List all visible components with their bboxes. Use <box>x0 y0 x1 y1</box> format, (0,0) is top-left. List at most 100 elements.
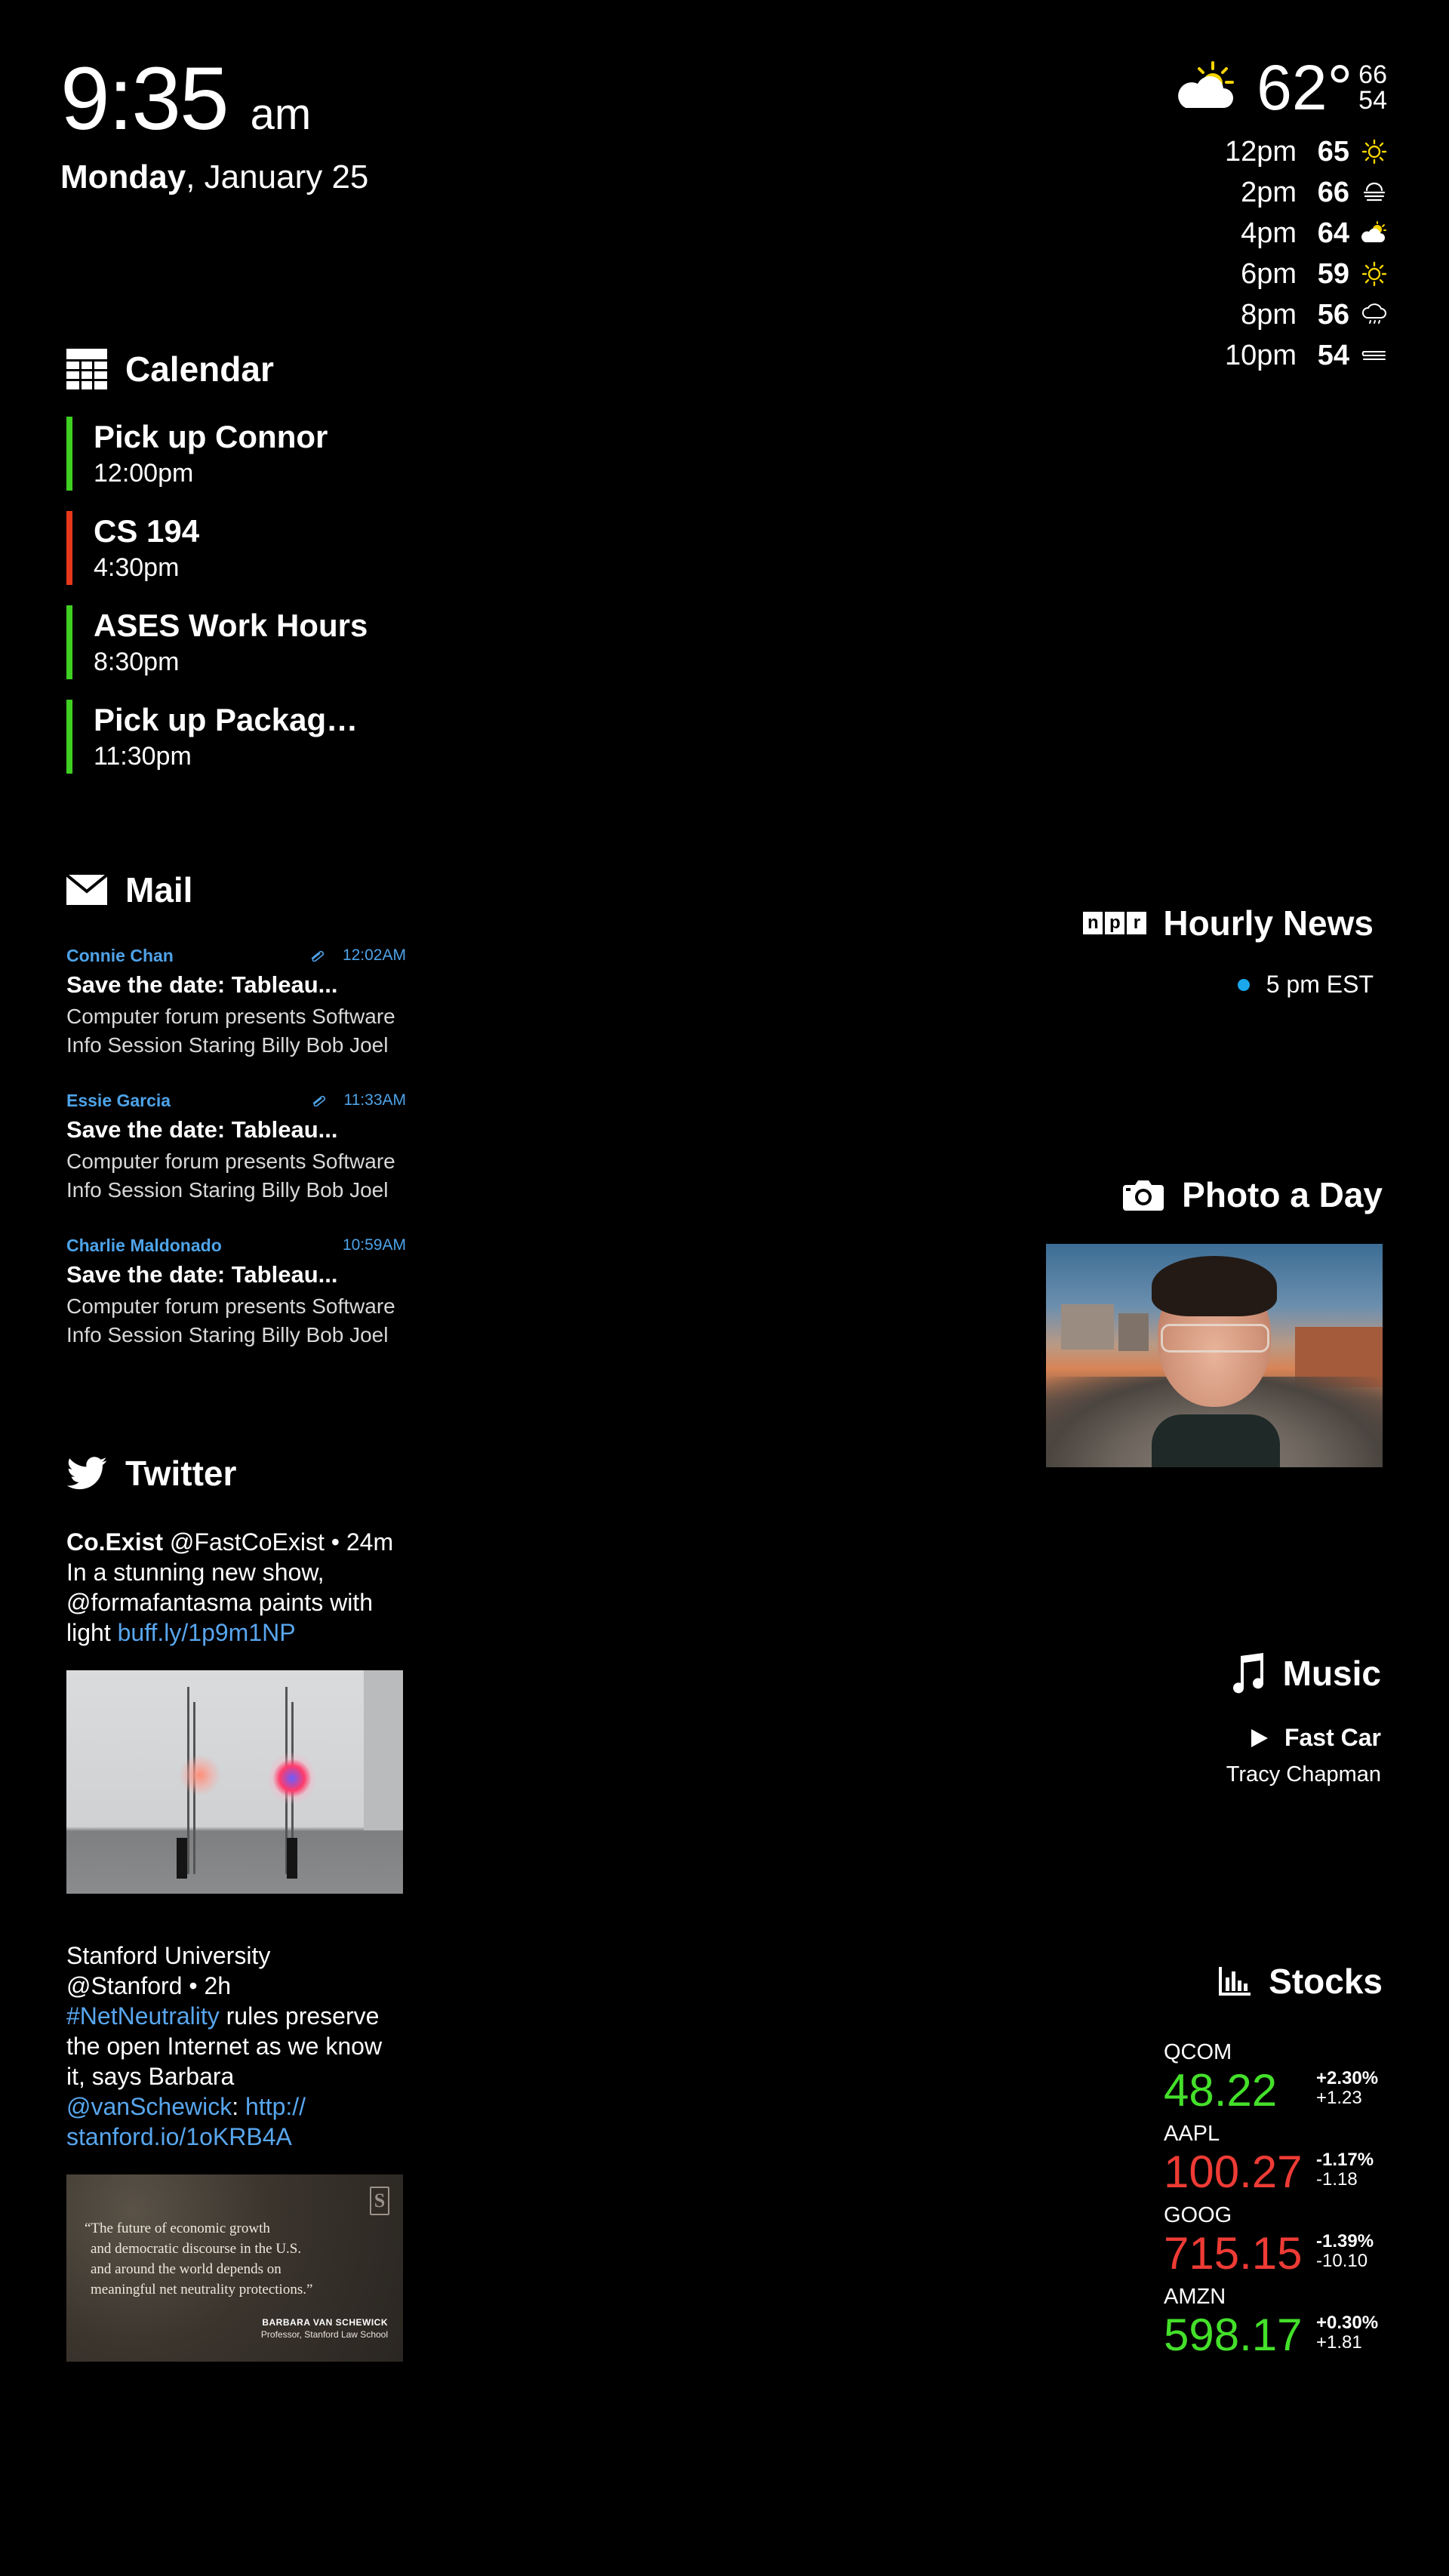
stock-symbol: AMZN <box>1164 2285 1226 2309</box>
attachment-icon <box>311 1094 328 1106</box>
forecast-time: 12pm <box>1224 135 1297 168</box>
play-icon[interactable] <box>1251 1728 1268 1747</box>
npr-logo-icon: n p r <box>1081 912 1147 934</box>
tweet-hashtag[interactable]: #NetNeutrality <box>66 2002 220 2030</box>
music-widget: Music Fast Car Tracy Chapman <box>1226 1653 1381 1787</box>
stock-price: 48.22 <box>1164 2065 1278 2116</box>
mail-time: 10:59AM <box>342 1236 406 1254</box>
tweet-link[interactable]: buff.ly/1p9m1NP <box>118 1619 296 1646</box>
clock-date: Monday, January 25 <box>60 158 368 196</box>
forecast-time: 2pm <box>1241 176 1297 208</box>
mail-preview: Computer forum presents Software Info Se… <box>66 1002 406 1060</box>
mail-time: 11:33AM <box>343 1091 407 1109</box>
photo-of-the-day[interactable] <box>1046 1244 1383 1467</box>
stock-price: 598.17 <box>1164 2310 1303 2360</box>
tweet[interactable]: Stanford University @Stanford • 2h #NetN… <box>66 1940 406 2362</box>
forecast-time: 4pm <box>1241 217 1297 249</box>
stocks-widget: Stocks QCOM 48.22 +2.30% +1.23 AAPL 100.2… <box>1164 1961 1383 2367</box>
stock-item[interactable]: AMZN 598.17 +0.30% +1.81 <box>1164 2285 1383 2362</box>
now-playing[interactable]: Fast Car <box>1226 1724 1381 1752</box>
forecast-temp: 64 <box>1317 217 1349 249</box>
tweet-text-line: light <box>66 1619 118 1646</box>
partly-sunny-icon <box>1174 60 1240 116</box>
stock-change-percent: -1.39% <box>1316 2231 1374 2251</box>
mail-preview-line: Info Session Staring Billy Bob Joel <box>66 1323 389 1346</box>
mail-item[interactable]: Essie Garcia 11:33AM Save the date: Tabl… <box>66 1090 406 1205</box>
mail-list: Connie Chan 12:02AM Save the date: Table… <box>66 945 406 1350</box>
stock-change-percent: -1.17% <box>1316 2150 1374 2170</box>
stock-item[interactable]: AAPL 100.27 -1.17% -1.18 <box>1164 2122 1383 2199</box>
low-temp: 54 <box>1358 86 1387 115</box>
news-item[interactable]: 5 pm EST <box>1081 971 1374 999</box>
event-time: 12:00pm <box>94 459 194 488</box>
song-title: Fast Car <box>1284 1724 1381 1751</box>
forecast-time: 8pm <box>1241 298 1297 331</box>
twitter-widget: Twitter Co.Exist @FastCoExist • 24m In a… <box>66 1453 406 2362</box>
tweet-link[interactable]: stanford.io/1oKRB4A <box>66 2122 406 2152</box>
quote-line: and democratic discourse in the U.S. <box>91 2241 302 2257</box>
stock-item[interactable]: QCOM 48.22 +2.30% +1.23 <box>1164 2041 1383 2118</box>
mail-widget: Mail Connie Chan 12:02AM Save the date: … <box>66 869 406 1380</box>
tweet-author: Co.Exist <box>66 1528 164 1556</box>
mail-item[interactable]: Connie Chan 12:02AM Save the date: Table… <box>66 945 406 1060</box>
tweet-author: Stanford University <box>66 1942 271 1969</box>
tweet-text-line: @formafantasma paints with <box>66 1589 373 1616</box>
bar-chart-icon <box>1219 1967 1251 1996</box>
mail-item[interactable]: Charlie Maldonado 10:59AM Save the date:… <box>66 1235 406 1350</box>
calendar-events: Pick up Connor 12:00pm CS 194 4:30pm ASE… <box>66 417 368 774</box>
sun-icon <box>1349 261 1387 287</box>
quote-line: and around the world depends on <box>91 2261 281 2277</box>
stanford-logo: S <box>370 2187 389 2215</box>
music-note-icon <box>1230 1653 1265 1694</box>
tweet[interactable]: Co.Exist @FastCoExist • 24m In a stunnin… <box>66 1527 406 1894</box>
hourly-forecast: 12pm 65 2pm 66 4pm 64 6pm 59 8pm 56 10pm… <box>1174 131 1387 376</box>
event-title: ASES Work Hours <box>94 608 368 643</box>
event-time: 11:30pm <box>94 742 192 771</box>
mail-subject: Save the date: Tableau... <box>66 1261 338 1288</box>
news-widget: n p r Hourly News 5 pm EST <box>1081 903 1374 999</box>
quote-line: meaningful net neutrality protections.” <box>91 2282 313 2297</box>
stock-change: -10.10 <box>1316 2251 1368 2271</box>
stock-symbol: AAPL <box>1164 2122 1220 2146</box>
calendar-title: Calendar <box>125 349 274 389</box>
calendar-event[interactable]: ASES Work Hours 8:30pm <box>66 605 368 679</box>
stock-item[interactable]: GOOG 715.15 -1.39% -10.10 <box>1164 2204 1383 2281</box>
mail-heading: Mail <box>66 869 406 910</box>
stock-list: QCOM 48.22 +2.30% +1.23 AAPL 100.27 -1.17… <box>1164 2041 1383 2362</box>
tweet-image-quote[interactable]: S “The future of economic growth and dem… <box>66 2174 403 2362</box>
forecast-row: 6pm 59 <box>1174 254 1387 294</box>
mail-preview-line: Info Session Staring Billy Bob Joel <box>66 1033 389 1057</box>
wind-icon <box>1349 343 1387 368</box>
tweet-link[interactable]: http:// <box>245 2093 306 2120</box>
song-artist: Tracy Chapman <box>1226 1762 1381 1787</box>
mail-subject: Save the date: Tableau... <box>66 1116 338 1143</box>
envelope-icon <box>66 875 107 905</box>
mail-preview: Computer forum presents Software Info Se… <box>66 1147 406 1205</box>
event-title: Pick up Connor <box>94 419 328 454</box>
tweet-mention[interactable]: @vanSchewick <box>66 2093 232 2120</box>
mail-preview-line: Info Session Staring Billy Bob Joel <box>66 1178 389 1202</box>
forecast-row: 12pm 65 <box>1174 131 1387 172</box>
calendar-event[interactable]: Pick up Connor 12:00pm <box>66 417 368 491</box>
music-heading: Music <box>1226 1653 1381 1694</box>
tweet-text-line: the open Internet as we know <box>66 2033 383 2060</box>
forecast-row: 8pm 56 <box>1174 294 1387 335</box>
tweet-image-gallery[interactable] <box>66 1670 403 1894</box>
stocks-title: Stocks <box>1269 1962 1383 2001</box>
forecast-time: 6pm <box>1241 257 1297 290</box>
forecast-temp: 59 <box>1317 257 1349 290</box>
calendar-event[interactable]: CS 194 4:30pm <box>66 511 368 585</box>
photo-heading: Photo a Day <box>1046 1174 1383 1215</box>
twitter-bird-icon <box>66 1457 107 1490</box>
stock-change-percent: +2.30% <box>1316 2068 1379 2088</box>
mail-sender: Connie Chan <box>66 945 174 965</box>
quote-line: “The future of economic growth <box>85 2221 270 2236</box>
attachment-icon <box>309 949 326 962</box>
mail-preview: Computer forum presents Software Info Se… <box>66 1292 406 1350</box>
partly-cloudy-icon <box>1349 220 1387 246</box>
high-low: 66 54 <box>1358 62 1387 113</box>
calendar-event[interactable]: Pick up Packag… 11:30pm <box>66 700 368 774</box>
tweet-handle: @FastCoExist • 24m <box>163 1528 394 1556</box>
twitter-heading: Twitter <box>66 1453 406 1494</box>
forecast-row: 2pm 66 <box>1174 172 1387 213</box>
